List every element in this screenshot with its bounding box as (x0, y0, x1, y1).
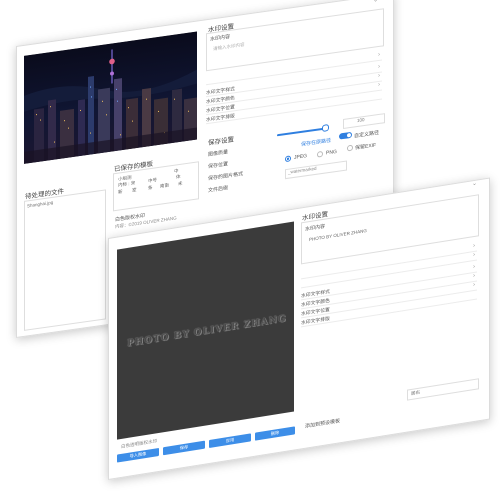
keep-metadata-radio[interactable] (347, 144, 353, 152)
quality-slider-knob[interactable] (322, 124, 329, 132)
save-location-label: 保存位置 (208, 161, 229, 171)
png-label: PNG (326, 148, 337, 157)
custom-path-label: 自定义路径 (354, 129, 380, 140)
template-cell: 未 (178, 180, 183, 187)
import-image-button[interactable]: 导入图像 (117, 447, 159, 463)
chevron-down-icon[interactable]: ⌄ (472, 180, 477, 188)
save-format-label: 保存的图片格式 (208, 171, 244, 183)
quality-slider[interactable] (277, 127, 325, 137)
chevron-right-icon: › (473, 251, 475, 259)
chevron-down-icon[interactable]: ⌄ (373, 0, 378, 4)
jpeg-radio[interactable] (285, 155, 291, 163)
chevron-right-icon: › (378, 72, 380, 80)
png-radio[interactable] (317, 150, 323, 158)
chevron-right-icon: › (473, 281, 475, 289)
template-cell: 室 (132, 187, 137, 193)
template-cell: 条 (148, 184, 153, 191)
same-location-label: 保存在原路径 (301, 137, 332, 148)
save-button[interactable]: 保存 (163, 440, 205, 456)
chevron-right-icon: › (378, 81, 380, 89)
template-cell: 南南 (160, 182, 169, 189)
quality-value: 100 (357, 117, 365, 124)
template-cell: 新 (118, 189, 123, 195)
chevron-right-icon: › (473, 263, 475, 271)
chevron-right-icon: › (378, 51, 380, 59)
chevron-right-icon: › (378, 63, 380, 71)
custom-path-toggle[interactable] (339, 131, 352, 140)
delete-button[interactable]: 删除 (255, 426, 295, 441)
arrange-label: 水印文字排版 (206, 114, 235, 124)
apply-button[interactable]: 应用 (209, 433, 251, 449)
keep-metadata-label: 保留EXIF (355, 142, 377, 152)
chevron-right-icon: › (473, 242, 475, 250)
file-suffix-label: 文件后缀 (208, 185, 229, 195)
template-apply-label: 添加到预设模板 (305, 418, 341, 430)
template-cell: 中号 (148, 177, 157, 184)
city-skyline-image (24, 31, 197, 164)
template-cell: 体 (176, 173, 181, 180)
city-night-photo (24, 31, 197, 164)
jpeg-label: JPEG (294, 153, 308, 161)
image-quality-label: 图像质量 (208, 149, 229, 159)
save-settings-title: 保存设置 (208, 136, 234, 148)
pending-files-list[interactable] (24, 189, 106, 331)
arrange-label: 水印文字排版 (301, 316, 330, 327)
chevron-right-icon: › (473, 272, 475, 280)
